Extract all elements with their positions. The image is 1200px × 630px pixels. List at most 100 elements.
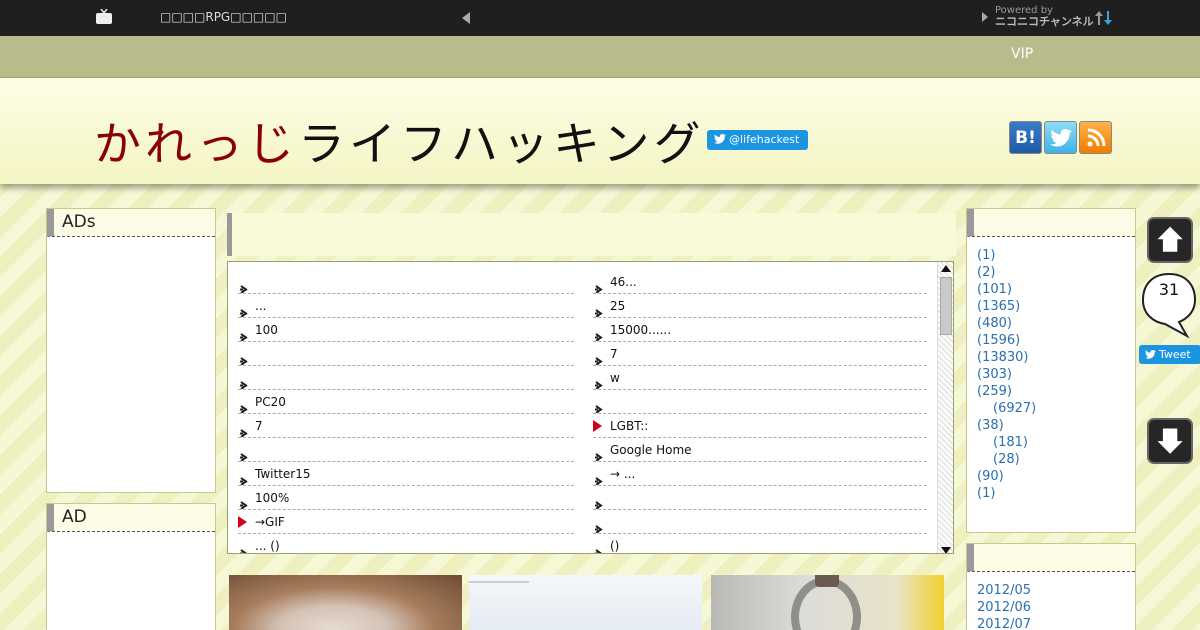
powered-by-brand: ニコニコチャンネル xyxy=(995,15,1094,28)
feed-item[interactable] xyxy=(238,366,574,390)
category-panel: (1) (2) (101) (1365) (480) (1596) (13830) (303)… xyxy=(966,208,1136,533)
feed-item[interactable] xyxy=(593,486,927,510)
category-link[interactable]: (38) xyxy=(977,417,1135,434)
category-link[interactable]: (480) xyxy=(977,315,1135,332)
feed-item[interactable]: 7 xyxy=(238,414,574,438)
arrow-up-icon xyxy=(1157,226,1183,252)
feed-item-title: ... xyxy=(255,299,267,313)
feed-item-title: 15000...... xyxy=(610,323,672,337)
next-arrow-icon[interactable] xyxy=(982,12,988,22)
red-triangle-icon xyxy=(593,420,602,432)
feed-item[interactable] xyxy=(238,270,574,294)
article-thumbnail-2[interactable] xyxy=(469,575,702,630)
feed-item[interactable]: → ... xyxy=(593,462,927,486)
twitter-share-button[interactable] xyxy=(1044,121,1077,154)
top-bar-title[interactable]: □□□□RPG□□□□□ xyxy=(160,10,287,24)
rss-button[interactable] xyxy=(1079,121,1112,154)
share-count: 31 xyxy=(1158,280,1180,299)
feed-item[interactable]: 46... xyxy=(593,270,927,294)
feed-item[interactable] xyxy=(593,510,927,534)
arrow-bullet-icon xyxy=(240,422,249,437)
category-link[interactable]: (259) xyxy=(977,383,1135,400)
archive-link[interactable]: 2012/05 xyxy=(977,582,1135,599)
nav-link-vip[interactable]: VIP xyxy=(1011,46,1033,62)
arrow-bullet-icon xyxy=(240,398,249,413)
archive-panel-title xyxy=(967,544,1135,572)
site-header: かれっじライフハッキング @lifehackest B! xyxy=(0,78,1200,184)
feed-item-title: PC20 xyxy=(255,395,286,409)
feed-item[interactable] xyxy=(238,342,574,366)
feed-item-title: 25 xyxy=(610,299,626,313)
category-panel-title xyxy=(967,209,1135,237)
article-thumbnail-1[interactable] xyxy=(229,575,462,630)
archive-list: 2012/05 2012/06 2012/07 xyxy=(967,572,1135,630)
feed-item[interactable]: 100 xyxy=(238,318,574,342)
twitter-follow-button[interactable]: @lifehackest xyxy=(707,130,808,150)
site-logo[interactable]: かれっじライフハッキング xyxy=(94,108,705,174)
category-link[interactable]: (181) xyxy=(977,434,1135,451)
category-link[interactable]: (1) xyxy=(977,485,1135,502)
category-link[interactable]: (90) xyxy=(977,468,1135,485)
feed-item[interactable]: LGBT:: xyxy=(593,414,927,438)
category-link[interactable]: (303) xyxy=(977,366,1135,383)
feed-item-title: () xyxy=(610,539,620,553)
feed-item[interactable]: Google Home xyxy=(593,438,927,462)
twitter-handle: @lifehackest xyxy=(729,133,800,146)
feed-item[interactable]: 100% xyxy=(238,486,574,510)
arrow-bullet-icon xyxy=(595,494,604,509)
scrollbar-thumb[interactable] xyxy=(940,277,952,335)
scroll-to-bottom-button[interactable] xyxy=(1147,418,1193,464)
feed-item[interactable]: →GIF xyxy=(238,510,574,534)
feed-item[interactable]: 7 xyxy=(593,342,927,366)
powered-by-niconico[interactable]: Powered by ニコニコチャンネル xyxy=(995,5,1094,27)
arrow-bullet-icon xyxy=(595,278,604,293)
feed-item[interactable]: () xyxy=(593,534,927,553)
tv-icon[interactable] xyxy=(95,9,113,25)
hatena-bookmark-button[interactable]: B! xyxy=(1009,121,1042,154)
category-link[interactable]: (28) xyxy=(977,451,1135,468)
hatena-bookmark-icon: B! xyxy=(1015,127,1036,148)
feed-item[interactable]: ... xyxy=(238,294,574,318)
category-link[interactable]: (1365) xyxy=(977,298,1135,315)
arrow-bullet-icon xyxy=(595,350,604,365)
sort-icon[interactable] xyxy=(1094,8,1114,28)
feed-item-title: Twitter15 xyxy=(255,467,311,481)
feed-item-title: LGBT:: xyxy=(610,419,649,433)
arrow-bullet-icon xyxy=(240,278,249,293)
feed-item[interactable]: w xyxy=(593,366,927,390)
arrow-bullet-icon xyxy=(595,446,604,461)
arrow-bullet-icon xyxy=(595,326,604,341)
scroll-to-top-button[interactable] xyxy=(1147,217,1193,263)
scroll-down-arrow-icon[interactable] xyxy=(941,547,951,553)
feed-item-title: w xyxy=(610,371,620,385)
category-link[interactable]: (1596) xyxy=(977,332,1135,349)
category-link[interactable]: (1) xyxy=(977,247,1135,264)
tweet-button[interactable]: Tweet xyxy=(1139,345,1200,364)
feed-item[interactable]: 25 xyxy=(593,294,927,318)
nav-band: VIP xyxy=(0,36,1200,78)
category-link[interactable]: (101) xyxy=(977,281,1135,298)
scroll-up-arrow-icon[interactable] xyxy=(941,265,951,272)
category-link[interactable]: (13830) xyxy=(977,349,1135,366)
archive-link[interactable]: 2012/06 xyxy=(977,599,1135,616)
arrow-bullet-icon xyxy=(595,302,604,317)
archive-panel: 2012/05 2012/06 2012/07 xyxy=(966,543,1136,630)
category-link[interactable]: (6927) xyxy=(977,400,1135,417)
feed-item[interactable]: PC20 xyxy=(238,390,574,414)
feed-item[interactable]: 15000...... xyxy=(593,318,927,342)
article-thumbnail-3[interactable] xyxy=(711,575,944,630)
feed-scrollbar[interactable] xyxy=(937,262,953,553)
feed-item[interactable]: Twitter15 xyxy=(238,462,574,486)
prev-arrow-icon[interactable] xyxy=(462,12,470,24)
ad-panel-2-title: AD xyxy=(47,504,215,532)
feed-list-box: ... 100 PC20 7 Twitter15 100% →GIF ... () 46..… xyxy=(227,261,954,554)
feed-item[interactable] xyxy=(238,438,574,462)
arrow-bullet-icon xyxy=(240,350,249,365)
category-link[interactable]: (2) xyxy=(977,264,1135,281)
archive-link[interactable]: 2012/07 xyxy=(977,616,1135,630)
arrow-bullet-icon xyxy=(595,518,604,533)
feed-item[interactable]: ... () xyxy=(238,534,574,553)
feed-item-title: 100 xyxy=(255,323,278,337)
feed-item[interactable] xyxy=(593,390,927,414)
tweet-label: Tweet xyxy=(1159,348,1191,361)
